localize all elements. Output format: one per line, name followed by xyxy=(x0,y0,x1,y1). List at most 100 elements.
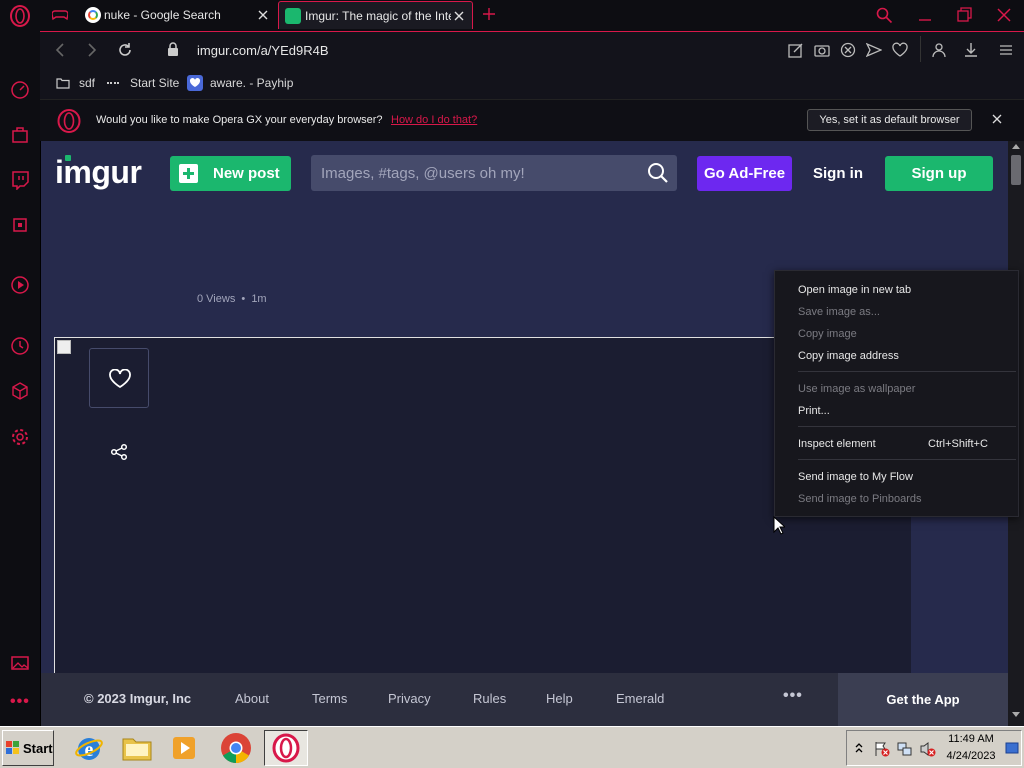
gamepad-icon[interactable] xyxy=(52,8,68,22)
scroll-thumb[interactable] xyxy=(1011,155,1021,185)
volume-muted-icon[interactable] xyxy=(920,741,936,757)
folder-icon xyxy=(56,77,70,89)
sidebar-more-icon[interactable]: ••• xyxy=(10,693,30,711)
url-field[interactable]: imgur.com/a/YEd9R4B xyxy=(197,43,329,58)
set-default-button[interactable]: Yes, set it as default browser xyxy=(807,109,972,131)
extensions-cube-icon[interactable] xyxy=(10,381,30,401)
context-menu: Open image in new tab Save image as... C… xyxy=(774,270,1019,517)
infobar-message: Would you like to make Opera GX your eve… xyxy=(96,114,383,126)
network-icon[interactable] xyxy=(897,741,913,757)
bookmark-start-site[interactable]: Start Site xyxy=(130,76,179,90)
opera-gx-logo-icon xyxy=(57,109,81,133)
forward-icon[interactable] xyxy=(86,43,98,57)
close-infobar-icon[interactable] xyxy=(992,114,1002,124)
sign-up-button[interactable]: Sign up xyxy=(885,156,993,191)
footer-link-help[interactable]: Help xyxy=(546,691,573,706)
menu-save-image-as[interactable]: Save image as... xyxy=(798,306,880,318)
start-label: Start xyxy=(23,740,53,756)
logo-dot xyxy=(65,155,71,161)
menu-copy-image[interactable]: Copy image xyxy=(798,328,857,340)
bookmarks-bar: sdf Start Site aware. - Payhip xyxy=(40,69,1024,99)
media-player-icon[interactable] xyxy=(162,730,206,766)
new-post-label: New post xyxy=(213,165,280,182)
opera-gx-taskbar-icon[interactable] xyxy=(264,730,308,766)
opera-sidebar: ••• xyxy=(0,31,40,726)
tab-title: nuke - Google Search xyxy=(104,8,221,22)
close-window-icon[interactable] xyxy=(995,6,1013,24)
easy-menu-icon[interactable] xyxy=(998,42,1014,58)
menu-inspect-element[interactable]: Inspect element xyxy=(798,438,876,450)
footer-copyright: © 2023 Imgur, Inc xyxy=(84,691,192,706)
windows-taskbar: Start e 11:49 AM 4/24/2023 xyxy=(0,726,1024,768)
menu-print[interactable]: Print... xyxy=(798,405,830,417)
footer-link-about[interactable]: About xyxy=(235,691,269,706)
hardware-limiter-icon[interactable] xyxy=(10,215,30,235)
easy-setup-icon[interactable] xyxy=(788,42,804,58)
system-tray: 11:49 AM 4/24/2023 xyxy=(846,730,1022,766)
menu-separator xyxy=(798,459,1016,460)
send-icon[interactable] xyxy=(866,42,882,58)
download-icon[interactable] xyxy=(963,42,979,58)
minimize-icon[interactable] xyxy=(916,6,934,24)
search-icon[interactable] xyxy=(647,162,669,184)
wallpaper-icon[interactable] xyxy=(10,653,30,673)
adblock-icon[interactable] xyxy=(840,42,856,58)
opera-logo-icon[interactable] xyxy=(9,5,31,27)
clock-time[interactable]: 11:49 AM xyxy=(941,733,1001,745)
clock-date[interactable]: 4/24/2023 xyxy=(941,750,1001,762)
scroll-down-icon[interactable] xyxy=(1012,712,1020,718)
footer-link-privacy[interactable]: Privacy xyxy=(388,691,431,706)
internet-explorer-icon[interactable]: e xyxy=(67,730,111,766)
snapshot-camera-icon[interactable] xyxy=(814,42,830,58)
action-center-flag-icon[interactable] xyxy=(874,741,890,757)
search-input[interactable]: Images, #tags, @users oh my! xyxy=(311,155,677,191)
new-tab-icon[interactable] xyxy=(481,6,497,22)
menu-open-image-new-tab[interactable]: Open image in new tab xyxy=(798,284,911,296)
footer-more-icon[interactable]: ••• xyxy=(783,687,803,705)
history-icon[interactable] xyxy=(10,336,30,356)
footer-link-terms[interactable]: Terms xyxy=(312,691,347,706)
tab-title: Imgur: The magic of the Inter xyxy=(305,8,451,23)
account-icon[interactable] xyxy=(931,42,947,58)
lock-icon[interactable] xyxy=(167,42,179,57)
tab-imgur[interactable]: Imgur: The magic of the Inter xyxy=(278,1,473,29)
player-icon[interactable] xyxy=(10,275,30,295)
favorite-button[interactable] xyxy=(89,348,149,408)
search-tabs-icon[interactable] xyxy=(875,6,893,24)
close-tab-icon[interactable] xyxy=(452,9,466,23)
reload-icon[interactable] xyxy=(117,42,133,58)
gx-corner-icon[interactable] xyxy=(10,125,30,145)
footer-link-emerald[interactable]: Emerald xyxy=(616,691,664,706)
close-tab-icon[interactable] xyxy=(256,8,270,22)
view-count: 0 Views xyxy=(197,293,236,305)
bookmark-payhip[interactable]: aware. - Payhip xyxy=(210,76,293,90)
back-icon[interactable] xyxy=(54,43,66,57)
get-the-app-button[interactable]: Get the App xyxy=(838,673,1008,726)
how-do-i-link[interactable]: How do I do that? xyxy=(391,114,477,126)
menu-copy-image-address[interactable]: Copy image address xyxy=(798,350,899,362)
menu-send-to-pinboards[interactable]: Send image to Pinboards xyxy=(798,493,922,505)
sign-in-button[interactable]: Sign in xyxy=(807,156,869,191)
show-hidden-icons-icon[interactable] xyxy=(855,742,863,754)
settings-gear-icon[interactable] xyxy=(10,427,30,447)
tab-google-search[interactable]: nuke - Google Search xyxy=(80,1,276,29)
file-explorer-icon[interactable] xyxy=(115,730,159,766)
imgur-favicon-icon xyxy=(285,7,301,24)
go-ad-free-button[interactable]: Go Ad-Free xyxy=(697,156,792,191)
chrome-icon[interactable] xyxy=(214,730,258,766)
new-post-button[interactable]: New post xyxy=(170,156,291,191)
menu-use-as-wallpaper[interactable]: Use image as wallpaper xyxy=(798,383,915,395)
meta-separator: • xyxy=(241,293,246,305)
heart-icon xyxy=(109,369,131,389)
menu-send-to-my-flow[interactable]: Send image to My Flow xyxy=(798,471,913,483)
restore-icon[interactable] xyxy=(955,6,973,24)
speed-dial-icon[interactable] xyxy=(10,80,30,100)
footer-link-rules[interactable]: Rules xyxy=(473,691,506,706)
share-icon[interactable] xyxy=(110,443,128,461)
scroll-up-icon[interactable] xyxy=(1012,143,1020,149)
show-desktop-icon[interactable] xyxy=(1005,741,1019,755)
start-button[interactable]: Start xyxy=(2,730,54,766)
heart-bookmark-icon[interactable] xyxy=(892,42,908,58)
twitch-icon[interactable] xyxy=(10,170,30,190)
bookmark-sdf[interactable]: sdf xyxy=(79,76,95,90)
